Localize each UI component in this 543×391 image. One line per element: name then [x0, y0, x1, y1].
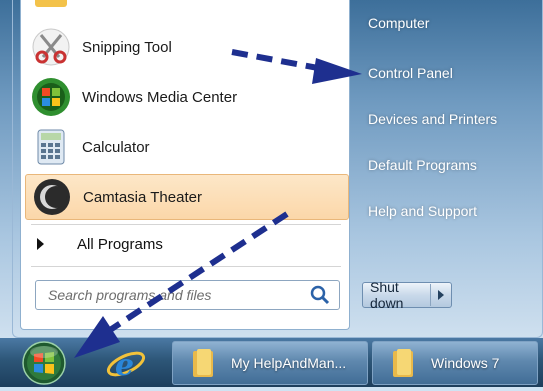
arrow-right-icon — [37, 238, 44, 250]
divider — [31, 266, 341, 267]
media-center-icon — [31, 77, 71, 117]
program-label: Snipping Tool — [82, 38, 172, 56]
taskbar-button-label: Windows 7 — [431, 355, 500, 371]
program-label: Calculator — [82, 138, 150, 156]
search-icon[interactable] — [307, 282, 333, 308]
program-item-calculator[interactable]: Calculator — [25, 124, 349, 170]
shutdown-button[interactable]: Shut down — [362, 279, 452, 311]
all-programs-item[interactable]: All Programs — [29, 228, 339, 260]
start-orb-icon[interactable] — [20, 340, 68, 386]
scissors-icon — [31, 27, 71, 67]
calculator-icon — [31, 127, 71, 167]
internet-explorer-icon[interactable]: e — [105, 345, 147, 383]
program-label: Windows Media Center — [82, 88, 238, 106]
divider — [31, 224, 341, 225]
programs-pane: Snipping Tool Windows Media Center Calcu… — [20, 0, 350, 330]
taskbar-button-helpandmanual[interactable]: My HelpAndMan... — [172, 341, 368, 385]
camtasia-icon — [32, 177, 72, 217]
search-box[interactable]: Search programs and files — [35, 280, 340, 310]
program-item-snipping-tool[interactable]: Snipping Tool — [25, 24, 349, 70]
folder-icon — [191, 348, 215, 378]
link-control-panel[interactable]: Control Panel — [368, 65, 453, 81]
svg-text:e: e — [115, 348, 134, 383]
program-label: Camtasia Theater — [83, 188, 202, 206]
all-programs-label: All Programs — [77, 235, 163, 253]
screen: Snipping Tool Windows Media Center Calcu… — [0, 0, 543, 387]
link-devices-and-printers[interactable]: Devices and Printers — [368, 111, 497, 127]
link-help-and-support[interactable]: Help and Support — [368, 203, 477, 219]
link-computer[interactable]: Computer — [368, 15, 429, 31]
taskbar-button-label: My HelpAndMan... — [231, 355, 347, 371]
partial-program-icon — [31, 0, 71, 17]
folder-icon — [391, 348, 415, 378]
link-default-programs[interactable]: Default Programs — [368, 157, 477, 173]
shutdown-options-arrow-icon[interactable] — [431, 283, 451, 307]
shutdown-label: Shut down — [370, 279, 404, 311]
taskbar-button-windows-7[interactable]: Windows 7 — [372, 341, 538, 385]
search-placeholder[interactable]: Search programs and files — [48, 287, 307, 303]
program-item-camtasia-theater[interactable]: Camtasia Theater — [25, 174, 349, 220]
program-item-windows-media-center[interactable]: Windows Media Center — [25, 74, 349, 120]
program-item-partial[interactable] — [25, 0, 349, 20]
